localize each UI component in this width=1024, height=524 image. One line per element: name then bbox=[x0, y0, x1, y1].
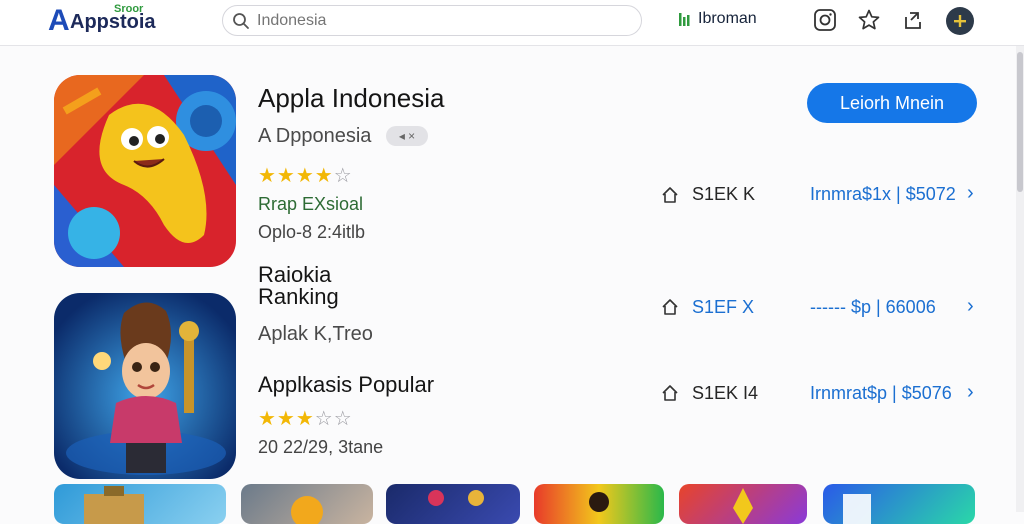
character-icon bbox=[589, 492, 609, 512]
learn-more-button[interactable]: Leiorh Mnein bbox=[807, 83, 977, 123]
building-icon bbox=[84, 486, 144, 524]
star-outline-icon bbox=[858, 9, 880, 30]
app-thumbnail[interactable] bbox=[241, 484, 373, 524]
app-icon-appla[interactable] bbox=[54, 75, 236, 267]
app-title-line2[interactable]: Ranking bbox=[258, 284, 339, 310]
app-thumbnail[interactable] bbox=[534, 484, 664, 524]
app-thumbnail[interactable] bbox=[823, 484, 975, 524]
download-count: S1EF X bbox=[692, 297, 755, 317]
cartoon-girl-icon bbox=[54, 293, 236, 479]
share-button[interactable] bbox=[900, 7, 926, 33]
app-category: Rrap EXsioal bbox=[258, 194, 364, 214]
app-subtitle: A Dpponesia bbox=[258, 125, 372, 147]
top-bar: A Appstoia Sroor Ibroman bbox=[0, 0, 1024, 46]
bar-chart-icon bbox=[679, 13, 690, 26]
app-thumbnail[interactable] bbox=[386, 484, 520, 524]
app-store-logo[interactable]: A Appstoia Sroor bbox=[48, 3, 168, 38]
chevron-right-icon[interactable]: › bbox=[967, 295, 974, 318]
download-count: S1EK I4 bbox=[692, 383, 759, 403]
app-thumbnail[interactable] bbox=[679, 484, 807, 524]
flame-icon bbox=[733, 488, 753, 524]
search-icon bbox=[233, 13, 249, 29]
favorites-button[interactable] bbox=[856, 7, 882, 33]
download-count: S1EK K bbox=[692, 184, 756, 204]
search-bar[interactable] bbox=[222, 5, 642, 36]
instagram-icon bbox=[814, 9, 836, 31]
tag-badge[interactable]: ◂ × bbox=[386, 126, 428, 146]
chevron-right-icon[interactable]: › bbox=[967, 182, 974, 205]
app-subtitle: Aplak K,Treo bbox=[258, 323, 373, 345]
home-icon[interactable] bbox=[661, 384, 679, 402]
sun-icon bbox=[291, 496, 323, 524]
user-name: Ibroman bbox=[698, 10, 757, 27]
app-title[interactable]: Appla Indonesia bbox=[258, 83, 444, 114]
app-icon-ranking[interactable] bbox=[54, 293, 236, 479]
user-avatar-icon[interactable] bbox=[946, 7, 974, 35]
app-date: 20 22/29, 3tane bbox=[258, 437, 384, 457]
instagram-button[interactable] bbox=[812, 7, 838, 33]
share-icon bbox=[905, 12, 921, 29]
home-icon[interactable] bbox=[661, 298, 679, 316]
logo-superscript: Sroor bbox=[114, 3, 144, 15]
app-date: Oplo-8 2:4itlb bbox=[258, 222, 366, 242]
scrollbar-thumb[interactable] bbox=[1017, 52, 1023, 192]
logo-mark: A bbox=[48, 4, 70, 37]
app-thumbnail[interactable] bbox=[54, 484, 226, 524]
play-icon bbox=[843, 494, 871, 524]
price-link[interactable]: Irnmra$1x | $5072 bbox=[810, 184, 956, 205]
cartoon-mascot-icon bbox=[54, 75, 236, 267]
home-icon[interactable] bbox=[661, 186, 679, 204]
search-input[interactable] bbox=[257, 12, 617, 30]
rating-stars: ★★★★☆ bbox=[258, 165, 353, 187]
rating-stars: ★★★☆☆ bbox=[258, 408, 353, 430]
app-title[interactable]: Applkasis Popular bbox=[258, 372, 434, 398]
price-link[interactable]: Irnmrat$p | $5076 bbox=[810, 383, 952, 404]
characters-icon bbox=[428, 490, 484, 506]
user-chip[interactable]: Ibroman bbox=[678, 9, 757, 29]
price-link[interactable]: ------ $p | 66006 bbox=[810, 297, 936, 318]
chevron-right-icon[interactable]: › bbox=[967, 381, 974, 404]
